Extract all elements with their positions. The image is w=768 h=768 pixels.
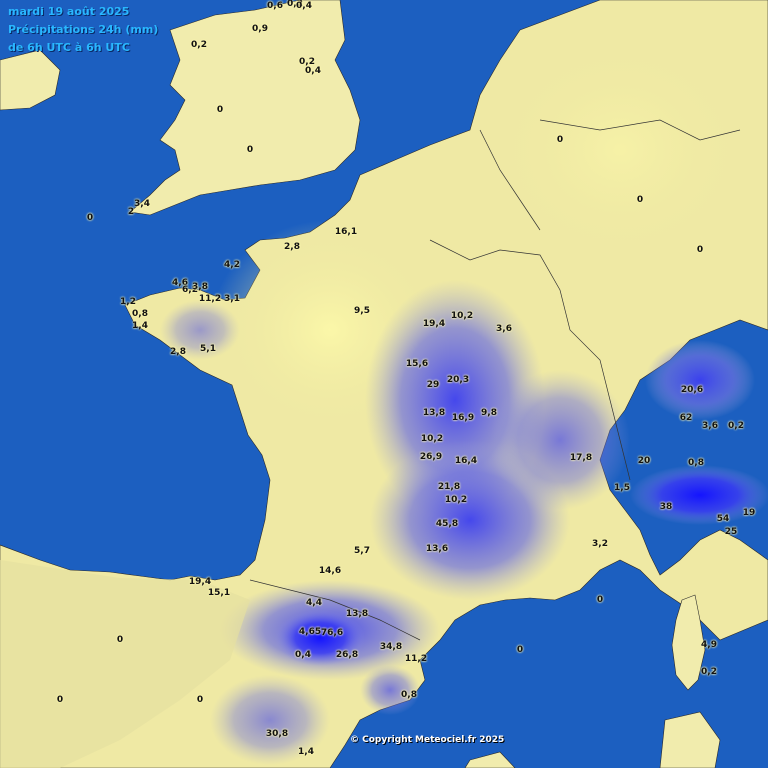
observation-value: 0 (56, 695, 64, 705)
observation-value: 3,1 (224, 294, 240, 304)
observation-value: 19,4 (188, 577, 212, 587)
observation-value: 2,8 (284, 242, 300, 252)
observation-value: 0 (216, 105, 224, 115)
observation-value: 38 (659, 502, 673, 512)
observation-value: 0,2 (728, 421, 744, 431)
observation-value: 34,8 (379, 642, 403, 652)
observation-value: 30,8 (265, 729, 289, 739)
map-date: mardi 19 août 2025 (8, 5, 130, 18)
observation-value: 3,4 (134, 199, 150, 209)
rain-area-east (490, 370, 630, 510)
observation-value: 26,9 (419, 452, 443, 462)
precipitation-map: mardi 19 août 2025 Précipitations 24h (m… (0, 0, 768, 768)
observation-value: 1,4 (298, 747, 314, 757)
observation-value: 5,1 (200, 344, 216, 354)
observation-value: 0,4 (295, 650, 311, 660)
observation-value: 13,8 (345, 609, 369, 619)
observation-value: 1,5 (614, 483, 630, 493)
observation-value: 4,65 (298, 627, 322, 637)
observation-value: 3,6 (496, 324, 512, 334)
observation-value: 4,4 (306, 598, 322, 608)
observation-value: 13,8 (422, 408, 446, 418)
observation-value: 2,8 (170, 347, 186, 357)
observation-value: 0,8 (688, 458, 704, 468)
observation-value: 0,6 (267, 1, 283, 11)
observation-value: 76,6 (320, 628, 344, 638)
observation-value: 19 (742, 508, 756, 518)
observation-value: 10,2 (444, 495, 468, 505)
observation-value: 4,9 (701, 640, 717, 650)
observation-value: 0 (636, 195, 644, 205)
observation-value: 0,9 (252, 24, 268, 34)
observation-value: 29 (426, 380, 440, 390)
observation-value: 0 (556, 135, 564, 145)
observation-value: 0,2 (299, 57, 315, 67)
observation-value: 16,4 (454, 456, 478, 466)
observation-value: 26,8 (335, 650, 359, 660)
observation-value: 16,9 (451, 413, 475, 423)
observation-value: 62 (679, 413, 693, 423)
observation-value: 3,2 (592, 539, 608, 549)
observation-value: 5,7 (354, 546, 370, 556)
observation-value: 0 (696, 245, 704, 255)
observation-value: 2 (127, 207, 135, 217)
observation-value: 0 (246, 145, 254, 155)
observation-value: 0,4 (305, 66, 321, 76)
observation-value: 10,2 (420, 434, 444, 444)
observation-value: 14,6 (318, 566, 342, 576)
observation-value: 3,6 (702, 421, 718, 431)
observation-value: 0,2 (191, 40, 207, 50)
observation-value: 16,1 (334, 227, 358, 237)
observation-value: 4,2 (224, 260, 240, 270)
observation-value: 54 (716, 514, 730, 524)
observation-value: 0 (516, 645, 524, 655)
observation-value: 21,8 (437, 482, 461, 492)
observation-value: 1,2 (120, 297, 136, 307)
observation-value: 11,2 (404, 654, 428, 664)
observation-value: 3,8 (192, 282, 208, 292)
rain-area-alps (645, 340, 755, 420)
observation-value: 17,8 (569, 453, 593, 463)
dry-area-germany (480, 30, 760, 270)
observation-value: 20 (637, 456, 651, 466)
copyright-text: © Copyright Meteociel.fr 2025 (350, 735, 505, 745)
observation-value: 0,2 (701, 667, 717, 677)
map-period: de 6h UTC à 6h UTC (8, 41, 130, 54)
observation-value: 9,5 (354, 306, 370, 316)
map-base (0, 0, 768, 768)
observation-value: 0 (86, 213, 94, 223)
observation-value: 0 (196, 695, 204, 705)
observation-value: 19,4 (422, 319, 446, 329)
map-title: Précipitations 24h (mm) (8, 23, 159, 36)
observation-value: 15,6 (405, 359, 429, 369)
observation-value: 45,8 (435, 519, 459, 529)
observation-value: 0,8 (132, 309, 148, 319)
observation-value: 0 (116, 635, 124, 645)
observation-value: 11,2 (198, 294, 222, 304)
observation-value: 20,3 (446, 375, 470, 385)
observation-value: 25 (724, 527, 738, 537)
observation-value: 20,6 (680, 385, 704, 395)
observation-value: 1,4 (132, 321, 148, 331)
observation-value: 13,6 (425, 544, 449, 554)
observation-value: 0,8 (401, 690, 417, 700)
observation-value: 15,1 (207, 588, 231, 598)
observation-value: 0,4 (296, 1, 312, 11)
observation-value: 10,2 (450, 311, 474, 321)
observation-value: 9,8 (481, 408, 497, 418)
observation-value: 0 (596, 595, 604, 605)
